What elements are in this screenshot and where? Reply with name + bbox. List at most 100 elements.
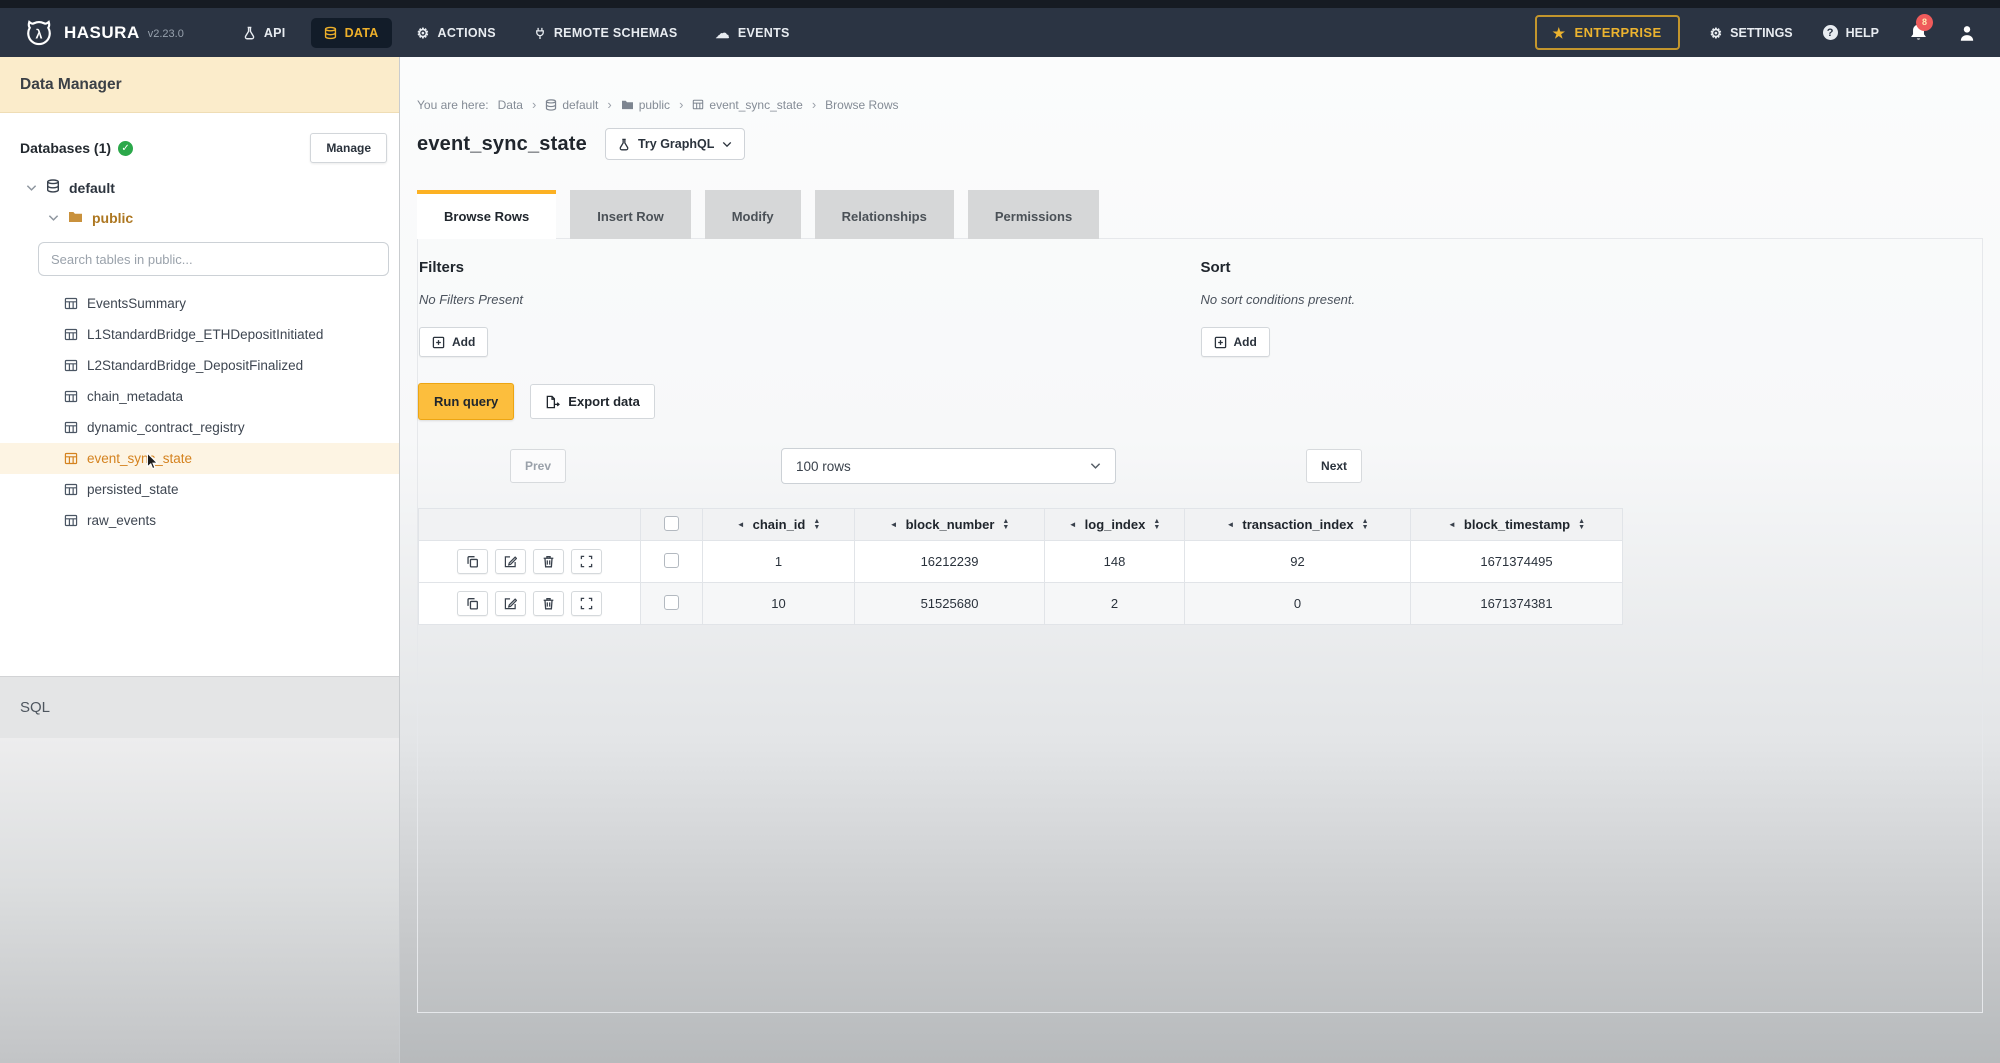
expand-row-button[interactable] bbox=[571, 591, 602, 616]
collapse-column-icon[interactable]: ◄ bbox=[890, 520, 898, 529]
breadcrumb-schema[interactable]: public bbox=[621, 98, 670, 112]
hasura-brand[interactable]: λ HASURA v2.23.0 bbox=[24, 18, 184, 48]
sort-icon[interactable]: ▲▼ bbox=[1002, 519, 1009, 531]
healthy-check-icon: ✓ bbox=[118, 141, 133, 156]
filters-sort-row: Filters No Filters Present Add Sort No s… bbox=[418, 259, 1982, 357]
sort-icon[interactable]: ▲▼ bbox=[1578, 519, 1585, 531]
sort-icon[interactable]: ▲▼ bbox=[1362, 519, 1369, 531]
help-button[interactable]: ? HELP bbox=[1823, 25, 1879, 40]
flask-icon bbox=[618, 138, 630, 151]
tree-node-database[interactable]: default bbox=[0, 179, 399, 196]
chevron-down-icon bbox=[722, 141, 732, 148]
breadcrumb-separator: › bbox=[812, 97, 816, 112]
sidebar-table-dynamic-contract-registry[interactable]: dynamic_contract_registry bbox=[0, 412, 399, 443]
tree-node-schema[interactable]: public bbox=[0, 210, 399, 226]
sidebar-table-event-sync-state[interactable]: event_sync_state bbox=[0, 443, 399, 474]
column-header-transaction-index[interactable]: ◄transaction_index▲▼ bbox=[1185, 509, 1411, 541]
trash-icon bbox=[542, 555, 555, 568]
edit-row-button[interactable] bbox=[495, 591, 526, 616]
folder-icon bbox=[621, 99, 634, 110]
sidebar-table-l2standardbridge[interactable]: L2StandardBridge_DepositFinalized bbox=[0, 350, 399, 381]
cell-block-number: 51525680 bbox=[855, 583, 1045, 625]
sort-icon[interactable]: ▲▼ bbox=[1153, 519, 1160, 531]
table-icon bbox=[64, 452, 78, 465]
folder-icon bbox=[68, 210, 83, 226]
column-header-log-index[interactable]: ◄log_index▲▼ bbox=[1045, 509, 1185, 541]
row-actions-cell bbox=[419, 541, 641, 583]
table-item-label: EventsSummary bbox=[87, 296, 186, 311]
user-menu-button[interactable] bbox=[1958, 24, 1976, 42]
table-list: EventsSummary L1StandardBridge_ETHDeposi… bbox=[0, 288, 399, 562]
sidebar-table-l1standardbridge[interactable]: L1StandardBridge_ETHDepositInitiated bbox=[0, 319, 399, 350]
sort-section: Sort No sort conditions present. Add bbox=[1201, 259, 1983, 357]
notifications-button[interactable]: 8 bbox=[1909, 23, 1928, 43]
add-filter-button[interactable]: Add bbox=[419, 327, 488, 357]
hasura-logo-icon: λ bbox=[24, 18, 54, 48]
row-checkbox[interactable] bbox=[664, 553, 679, 568]
export-data-button[interactable]: Export data bbox=[530, 384, 655, 419]
delete-row-button[interactable] bbox=[533, 591, 564, 616]
tab-modify[interactable]: Modify bbox=[705, 190, 801, 239]
window-top-strip bbox=[0, 0, 2000, 8]
table-icon bbox=[64, 483, 78, 496]
collapse-column-icon[interactable]: ◄ bbox=[1226, 520, 1234, 529]
sidebar-table-raw-events[interactable]: raw_events bbox=[0, 505, 399, 536]
expand-row-button[interactable] bbox=[571, 549, 602, 574]
sidebar-table-persisted-state[interactable]: persisted_state bbox=[0, 474, 399, 505]
table-item-label: event_sync_state bbox=[87, 451, 192, 466]
nav-item-events[interactable]: ☁ EVENTS bbox=[703, 18, 803, 48]
nav-item-remote-schemas[interactable]: REMOTE SCHEMAS bbox=[521, 18, 691, 48]
edit-row-button[interactable] bbox=[495, 549, 526, 574]
delete-row-button[interactable] bbox=[533, 549, 564, 574]
add-sort-button[interactable]: Add bbox=[1201, 327, 1270, 357]
rows-per-page-select[interactable]: 100 rows bbox=[781, 448, 1116, 484]
nav-item-actions[interactable]: ⚙ ACTIONS bbox=[404, 18, 509, 48]
column-header-chain-id[interactable]: ◄chain_id▲▼ bbox=[703, 509, 855, 541]
manage-button[interactable]: Manage bbox=[310, 133, 387, 163]
prev-page-button[interactable]: Prev bbox=[510, 449, 566, 483]
settings-button[interactable]: ⚙ SETTINGS bbox=[1710, 26, 1793, 40]
next-page-button[interactable]: Next bbox=[1306, 449, 1362, 483]
cell-block-timestamp: 1671374495 bbox=[1411, 541, 1623, 583]
sort-icon[interactable]: ▲▼ bbox=[813, 519, 820, 531]
breadcrumb-table[interactable]: event_sync_state bbox=[692, 98, 802, 112]
column-header-block-timestamp[interactable]: ◄block_timestamp▲▼ bbox=[1411, 509, 1623, 541]
actions-header-cell bbox=[419, 509, 641, 541]
query-actions-row: Run query Export data bbox=[418, 383, 1982, 420]
table-item-label: L1StandardBridge_ETHDepositInitiated bbox=[87, 327, 323, 342]
breadcrumb-data[interactable]: Data bbox=[498, 98, 523, 112]
select-all-header-cell bbox=[641, 509, 703, 541]
collapse-column-icon[interactable]: ◄ bbox=[737, 520, 745, 529]
trash-icon bbox=[542, 597, 555, 610]
select-all-checkbox[interactable] bbox=[664, 516, 679, 531]
collapse-column-icon[interactable]: ◄ bbox=[1069, 520, 1077, 529]
sidebar-table-chain-metadata[interactable]: chain_metadata bbox=[0, 381, 399, 412]
cell-transaction-index: 0 bbox=[1185, 583, 1411, 625]
nav-label-remote-schemas: REMOTE SCHEMAS bbox=[554, 26, 678, 40]
export-icon bbox=[545, 395, 560, 409]
breadcrumb-database[interactable]: default bbox=[545, 98, 598, 112]
table-icon bbox=[64, 297, 78, 310]
tab-insert-row[interactable]: Insert Row bbox=[570, 190, 690, 239]
browse-rows-panel: Filters No Filters Present Add Sort No s… bbox=[417, 238, 1983, 1013]
databases-label: Databases (1) bbox=[20, 140, 111, 156]
sidebar-item-sql[interactable]: SQL bbox=[0, 676, 399, 738]
nav-item-api[interactable]: API bbox=[230, 18, 299, 48]
plus-square-icon bbox=[432, 336, 445, 349]
run-query-button[interactable]: Run query bbox=[418, 383, 514, 420]
tab-relationships[interactable]: Relationships bbox=[815, 190, 954, 239]
breadcrumb-page: Browse Rows bbox=[825, 98, 898, 112]
clone-row-button[interactable] bbox=[457, 591, 488, 616]
enterprise-button[interactable]: ★ ENTERPRISE bbox=[1535, 15, 1680, 50]
column-header-block-number[interactable]: ◄block_number▲▼ bbox=[855, 509, 1045, 541]
nav-item-data[interactable]: DATA bbox=[311, 18, 392, 48]
row-checkbox[interactable] bbox=[664, 595, 679, 610]
tab-permissions[interactable]: Permissions bbox=[968, 190, 1099, 239]
try-graphql-button[interactable]: Try GraphQL bbox=[605, 128, 745, 160]
tab-browse-rows[interactable]: Browse Rows bbox=[417, 190, 556, 239]
settings-label: SETTINGS bbox=[1730, 26, 1793, 40]
sidebar-table-eventssummary[interactable]: EventsSummary bbox=[0, 288, 399, 319]
collapse-column-icon[interactable]: ◄ bbox=[1448, 520, 1456, 529]
clone-row-button[interactable] bbox=[457, 549, 488, 574]
table-search-input[interactable] bbox=[38, 242, 389, 276]
